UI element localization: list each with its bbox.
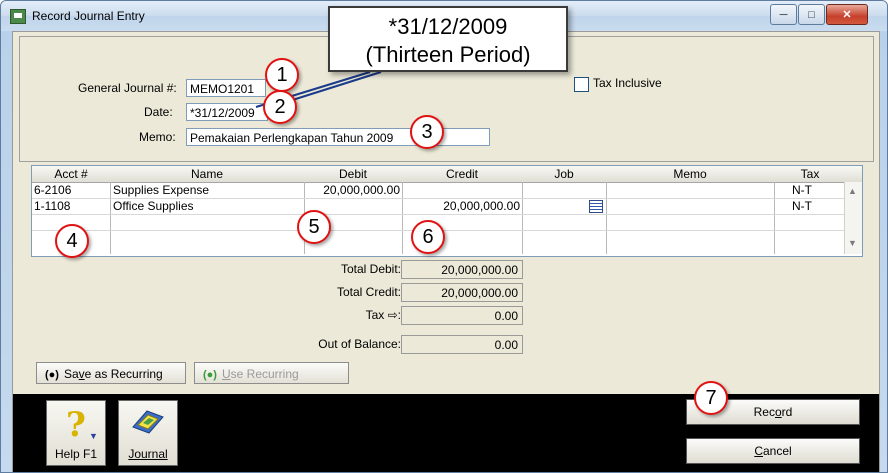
bubble-line-2: (Thirteen Period) [365, 42, 531, 67]
callout-6: 6 [411, 220, 445, 254]
callout-1: 1 [265, 58, 299, 92]
callout-4: 4 [55, 224, 89, 258]
callout-5: 5 [297, 210, 331, 244]
callout-3: 3 [410, 115, 444, 149]
callout-2: 2 [263, 90, 297, 124]
bubble-line-1: *31/12/2009 [388, 14, 508, 39]
callout-7: 7 [694, 381, 728, 415]
date-callout-bubble: *31/12/2009 (Thirteen Period) [328, 6, 568, 72]
